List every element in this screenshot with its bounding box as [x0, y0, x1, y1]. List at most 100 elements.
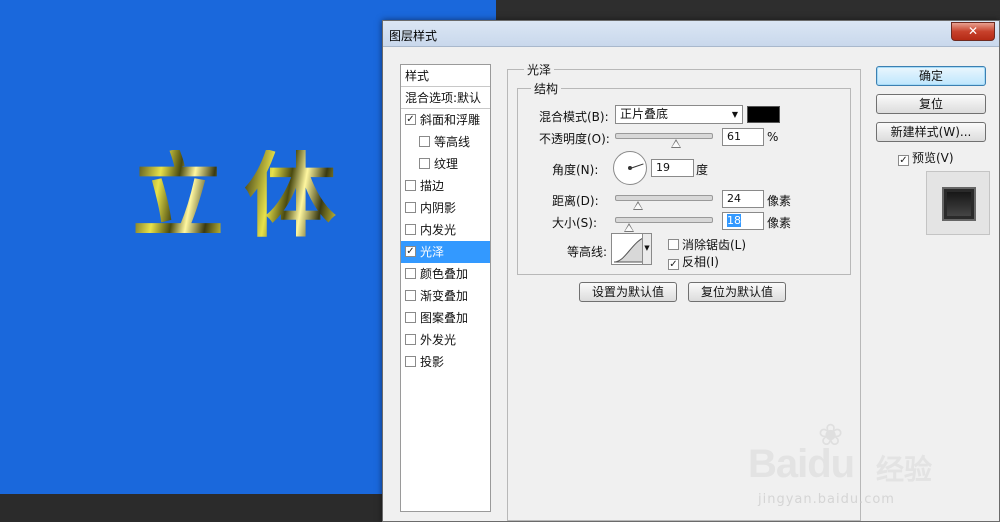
preview-option[interactable]: ✓ 预览(V) [898, 149, 954, 166]
chevron-down-icon: ▼ [731, 110, 738, 119]
style-item-drop-shadow[interactable]: 投影 [401, 351, 490, 373]
size-label: 大小(S): [552, 216, 598, 230]
canvas-text-char-1: 立 [132, 142, 225, 250]
canvas-text-char-2: 体 [244, 142, 337, 250]
style-item-label: 渐变叠加 [420, 289, 469, 303]
contour-label: 等高线: [567, 245, 608, 259]
invert-label: 反相(I) [682, 255, 719, 269]
opacity-input[interactable]: 61 [722, 128, 764, 146]
style-item-label: 斜面和浮雕 [420, 113, 481, 127]
outer-glow-checkbox[interactable] [405, 334, 416, 345]
antialias-checkbox[interactable] [668, 239, 679, 250]
distance-input[interactable]: 24 [722, 190, 764, 208]
reset-default-button[interactable]: 复位为默认值 [688, 282, 786, 302]
angle-needle [630, 163, 644, 169]
watermark-brand-latin: Baidu [748, 442, 855, 487]
opacity-value: 61 [727, 130, 741, 143]
style-item-contour[interactable]: 等高线 [401, 131, 490, 153]
color-overlay-checkbox[interactable] [405, 268, 416, 279]
style-item-outer-glow[interactable]: 外发光 [401, 329, 490, 351]
watermark-bai: Bai [748, 442, 808, 486]
preview-checkbox[interactable]: ✓ [898, 155, 909, 166]
reset-default-label: 复位为默认值 [700, 285, 773, 299]
reset-label: 复位 [918, 97, 943, 111]
opacity-slider[interactable] [615, 133, 713, 139]
invert-option[interactable]: ✓ 反相(I) [668, 253, 719, 270]
angle-dial[interactable] [613, 151, 647, 185]
style-item-label: 内阴影 [420, 201, 457, 215]
inner-glow-checkbox[interactable] [405, 224, 416, 235]
invert-checkbox[interactable]: ✓ [668, 259, 679, 270]
distance-slider[interactable] [615, 195, 713, 201]
style-item-label: 颜色叠加 [420, 267, 469, 281]
style-item-label: 投影 [420, 355, 445, 369]
texture-checkbox[interactable] [419, 158, 430, 169]
contour-checkbox[interactable] [419, 136, 430, 147]
angle-center-dot [628, 166, 632, 170]
pattern-overlay-checkbox[interactable] [405, 312, 416, 323]
size-input[interactable]: 18 [722, 212, 764, 230]
style-item-inner-shadow[interactable]: 内阴影 [401, 197, 490, 219]
antialias-label: 消除锯齿(L) [682, 238, 747, 252]
style-item-pattern-overlay[interactable]: 图案叠加 [401, 307, 490, 329]
blending-options-label: 混合选项:默认 [405, 91, 482, 105]
reset-button[interactable]: 复位 [876, 94, 986, 114]
satin-checkbox[interactable]: ✓ [405, 246, 416, 257]
style-item-bevel-emboss[interactable]: ✓ 斜面和浮雕 [401, 109, 490, 131]
style-item-label: 描边 [420, 179, 445, 193]
chevron-down-icon: ▼ [644, 244, 650, 252]
new-style-label: 新建样式(W)... [890, 125, 972, 139]
ok-button[interactable]: 确定 [876, 66, 986, 86]
size-value: 18 [727, 214, 741, 227]
distance-value: 24 [727, 192, 741, 205]
blend-mode-label: 混合模式(B): [539, 110, 609, 124]
contour-dropdown[interactable]: ▼ [642, 233, 652, 265]
satin-section-title: 光泽 [524, 61, 555, 78]
distance-slider-thumb[interactable] [633, 201, 643, 210]
distance-label: 距离(D): [552, 194, 599, 208]
opacity-slider-thumb[interactable] [671, 139, 681, 148]
drop-shadow-checkbox[interactable] [405, 356, 416, 367]
style-item-color-overlay[interactable]: 颜色叠加 [401, 263, 490, 285]
new-style-button[interactable]: 新建样式(W)... [876, 122, 986, 142]
blending-options-item[interactable]: 混合选项:默认 [401, 87, 490, 109]
blend-mode-select[interactable]: 正片叠底 ▼ [615, 105, 743, 124]
antialias-option[interactable]: 消除锯齿(L) [668, 236, 746, 253]
ok-label: 确定 [918, 69, 943, 83]
style-item-stroke[interactable]: 描边 [401, 175, 490, 197]
size-slider-thumb[interactable] [624, 223, 634, 232]
styles-list: 样式 混合选项:默认 ✓ 斜面和浮雕 等高线 纹理 描边 内阴影 内发光 ✓ 光… [400, 64, 491, 512]
blend-color-swatch[interactable] [747, 106, 780, 123]
set-default-button[interactable]: 设置为默认值 [579, 282, 677, 302]
structure-section-title: 结构 [531, 80, 562, 97]
styles-header-label: 样式 [405, 69, 430, 83]
angle-input[interactable]: 19 [651, 159, 694, 177]
gradient-overlay-checkbox[interactable] [405, 290, 416, 301]
set-default-label: 设置为默认值 [591, 285, 664, 299]
stroke-checkbox[interactable] [405, 180, 416, 191]
style-item-label: 光泽 [420, 245, 445, 259]
style-item-texture[interactable]: 纹理 [401, 153, 490, 175]
bevel-emboss-checkbox[interactable]: ✓ [405, 114, 416, 125]
style-item-gradient-overlay[interactable]: 渐变叠加 [401, 285, 490, 307]
style-item-inner-glow[interactable]: 内发光 [401, 219, 490, 241]
angle-unit: 度 [696, 163, 709, 177]
angle-label: 角度(N): [552, 163, 599, 177]
style-item-label: 内发光 [420, 223, 457, 237]
size-unit: 像素 [767, 216, 792, 230]
close-icon: ✕ [967, 24, 979, 38]
inner-shadow-checkbox[interactable] [405, 202, 416, 213]
preview-swatch [942, 187, 976, 221]
styles-header[interactable]: 样式 [401, 65, 490, 87]
style-item-label: 等高线 [434, 135, 471, 149]
dialog-titlebar[interactable]: 图层样式 ✕ [383, 21, 999, 47]
style-item-label: 图案叠加 [420, 311, 469, 325]
style-item-label: 外发光 [420, 333, 457, 347]
blend-mode-value: 正片叠底 [620, 107, 669, 121]
angle-value: 19 [656, 161, 670, 174]
opacity-unit: % [767, 130, 779, 144]
watermark-du: du [807, 442, 855, 486]
watermark-url: jingyan.baidu.com [758, 492, 895, 507]
close-button[interactable]: ✕ [951, 22, 995, 41]
style-item-satin[interactable]: ✓ 光泽 [401, 241, 490, 263]
